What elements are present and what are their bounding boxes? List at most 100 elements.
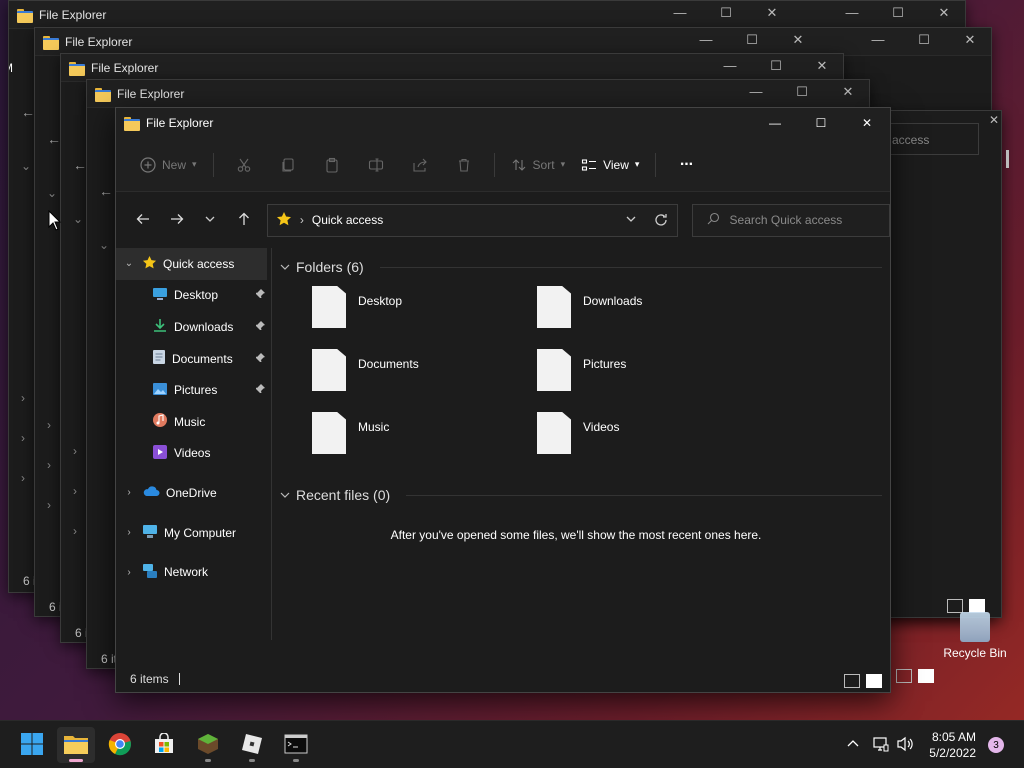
pin-icon[interactable]: [255, 320, 265, 334]
forward-button[interactable]: [160, 205, 194, 235]
chevron-right-icon[interactable]: ›: [47, 498, 51, 512]
back-button[interactable]: [126, 205, 160, 235]
volume-icon[interactable]: [897, 736, 915, 755]
chevron-right-icon[interactable]: ›: [21, 431, 25, 445]
minimize-icon[interactable]: —: [657, 5, 703, 21]
taskbar-store[interactable]: [145, 727, 183, 763]
folder-tile-music[interactable]: Music: [312, 412, 537, 454]
taskbar-chrome[interactable]: [101, 727, 139, 763]
chevron-right-icon[interactable]: ›: [73, 444, 77, 458]
sort-button[interactable]: Sort ▾: [505, 148, 572, 182]
maximize-icon[interactable]: ☐: [901, 32, 947, 48]
taskbar-file-explorer[interactable]: [57, 727, 95, 763]
tiles-view-icon[interactable]: [866, 674, 882, 688]
chevron-down-icon[interactable]: ⌄: [21, 159, 31, 173]
folder-tile-downloads[interactable]: Downloads: [537, 286, 762, 328]
chevron-right-icon[interactable]: ›: [122, 567, 136, 578]
recent-locations-button[interactable]: [193, 205, 227, 235]
minimize-icon[interactable]: —: [855, 32, 901, 48]
new-button[interactable]: New ▾: [134, 148, 203, 182]
maximize-icon[interactable]: ☐: [703, 5, 749, 21]
chevron-down-icon[interactable]: ⌄: [47, 186, 57, 200]
close-icon[interactable]: ✕: [989, 113, 999, 127]
share-button[interactable]: [400, 148, 440, 182]
title-bar[interactable]: File Explorer — ☐ ✕: [116, 108, 890, 138]
maximize-icon[interactable]: ☐: [875, 5, 921, 21]
back-arrow-icon[interactable]: ←: [99, 183, 113, 199]
cut-button[interactable]: [224, 148, 264, 182]
file-explorer-window[interactable]: File Explorer — ☐ ✕ New ▾ Sort ▾ View ▾: [115, 107, 891, 693]
folder-tile-desktop[interactable]: Desktop: [312, 286, 537, 328]
copy-button[interactable]: [268, 148, 308, 182]
pin-icon[interactable]: [255, 383, 265, 397]
nav-item-downloads[interactable]: Downloads: [116, 311, 271, 343]
recycle-bin-shortcut[interactable]: Recycle Bin: [940, 612, 1010, 660]
back-arrow-icon[interactable]: ←: [73, 157, 87, 173]
folder-tile-videos[interactable]: Videos: [537, 412, 762, 454]
chevron-right-icon[interactable]: ›: [47, 418, 51, 432]
maximize-icon[interactable]: ☐: [753, 58, 799, 74]
scrollbar[interactable]: [1006, 150, 1009, 168]
folder-tile-documents[interactable]: Documents: [312, 349, 537, 391]
minimize-icon[interactable]: —: [829, 5, 875, 21]
chevron-right-icon[interactable]: ›: [21, 391, 25, 405]
folder-tile-pictures[interactable]: Pictures: [537, 349, 762, 391]
minimize-icon[interactable]: —: [733, 84, 779, 100]
breadcrumb-quick-access[interactable]: Quick access: [312, 213, 383, 227]
maximize-button[interactable]: ☐: [798, 108, 844, 138]
close-icon[interactable]: ✕: [947, 32, 991, 48]
search-box[interactable]: [691, 203, 890, 237]
paste-button[interactable]: [312, 148, 352, 182]
chevron-right-icon[interactable]: ›: [122, 527, 136, 538]
details-view-icon[interactable]: [844, 674, 860, 688]
clock[interactable]: 8:05 AM 5/2/2022: [929, 729, 976, 761]
nav-item-desktop[interactable]: Desktop: [116, 280, 271, 312]
minimize-icon[interactable]: —: [707, 58, 753, 74]
address-bar[interactable]: › Quick access: [266, 203, 678, 237]
pin-icon[interactable]: [255, 352, 265, 366]
pin-icon[interactable]: [255, 288, 265, 302]
back-arrow-icon[interactable]: ←: [21, 104, 35, 120]
chevron-right-icon[interactable]: ›: [73, 524, 77, 538]
nav-item-videos[interactable]: Videos: [116, 438, 271, 470]
details-view-icon[interactable]: [896, 669, 912, 683]
nav-item-documents[interactable]: Documents: [116, 343, 271, 375]
chevron-up-icon[interactable]: [847, 738, 859, 753]
up-button[interactable]: [227, 205, 261, 235]
view-button[interactable]: View ▾: [575, 148, 645, 182]
close-button[interactable]: ✕: [844, 108, 890, 138]
network-status-icon[interactable]: [873, 736, 889, 755]
chevron-down-icon[interactable]: ⌄: [73, 212, 83, 226]
close-icon[interactable]: ✕: [825, 84, 869, 100]
details-view-icon[interactable]: [947, 599, 963, 613]
close-icon[interactable]: ✕: [775, 32, 821, 48]
notification-badge[interactable]: 3: [988, 737, 1004, 753]
rename-button[interactable]: [356, 148, 396, 182]
close-icon[interactable]: ✕: [799, 58, 843, 74]
search-input[interactable]: [729, 213, 880, 227]
more-options-button[interactable]: ···: [666, 148, 706, 182]
start-button[interactable]: [13, 727, 51, 763]
back-arrow-icon[interactable]: ←: [47, 131, 61, 147]
chevron-down-icon[interactable]: ⌄: [99, 238, 109, 252]
close-icon[interactable]: ✕: [921, 5, 965, 21]
folders-group-header[interactable]: Folders (6): [280, 256, 882, 278]
chevron-right-icon[interactable]: ›: [47, 458, 51, 472]
minimize-icon[interactable]: —: [683, 32, 729, 48]
refresh-icon[interactable]: [653, 212, 669, 231]
nav-item-my-computer[interactable]: › My Computer: [116, 517, 271, 549]
recent-group-header[interactable]: Recent files (0): [280, 484, 882, 506]
close-icon[interactable]: ✕: [749, 5, 795, 21]
chevron-right-icon[interactable]: ›: [21, 471, 25, 485]
chevron-down-icon[interactable]: ⌄: [122, 258, 136, 269]
minimize-button[interactable]: —: [752, 108, 798, 138]
taskbar-minecraft[interactable]: [189, 727, 227, 763]
taskbar-terminal[interactable]: [277, 727, 315, 763]
delete-button[interactable]: [444, 148, 484, 182]
address-dropdown-icon[interactable]: [625, 213, 637, 228]
nav-item-pictures[interactable]: Pictures: [116, 374, 271, 406]
nav-item-onedrive[interactable]: › OneDrive: [116, 477, 271, 509]
nav-item-network[interactable]: › Network: [116, 556, 271, 588]
ghost-search-input[interactable]: access: [881, 123, 979, 155]
tiles-view-icon[interactable]: [969, 599, 985, 613]
